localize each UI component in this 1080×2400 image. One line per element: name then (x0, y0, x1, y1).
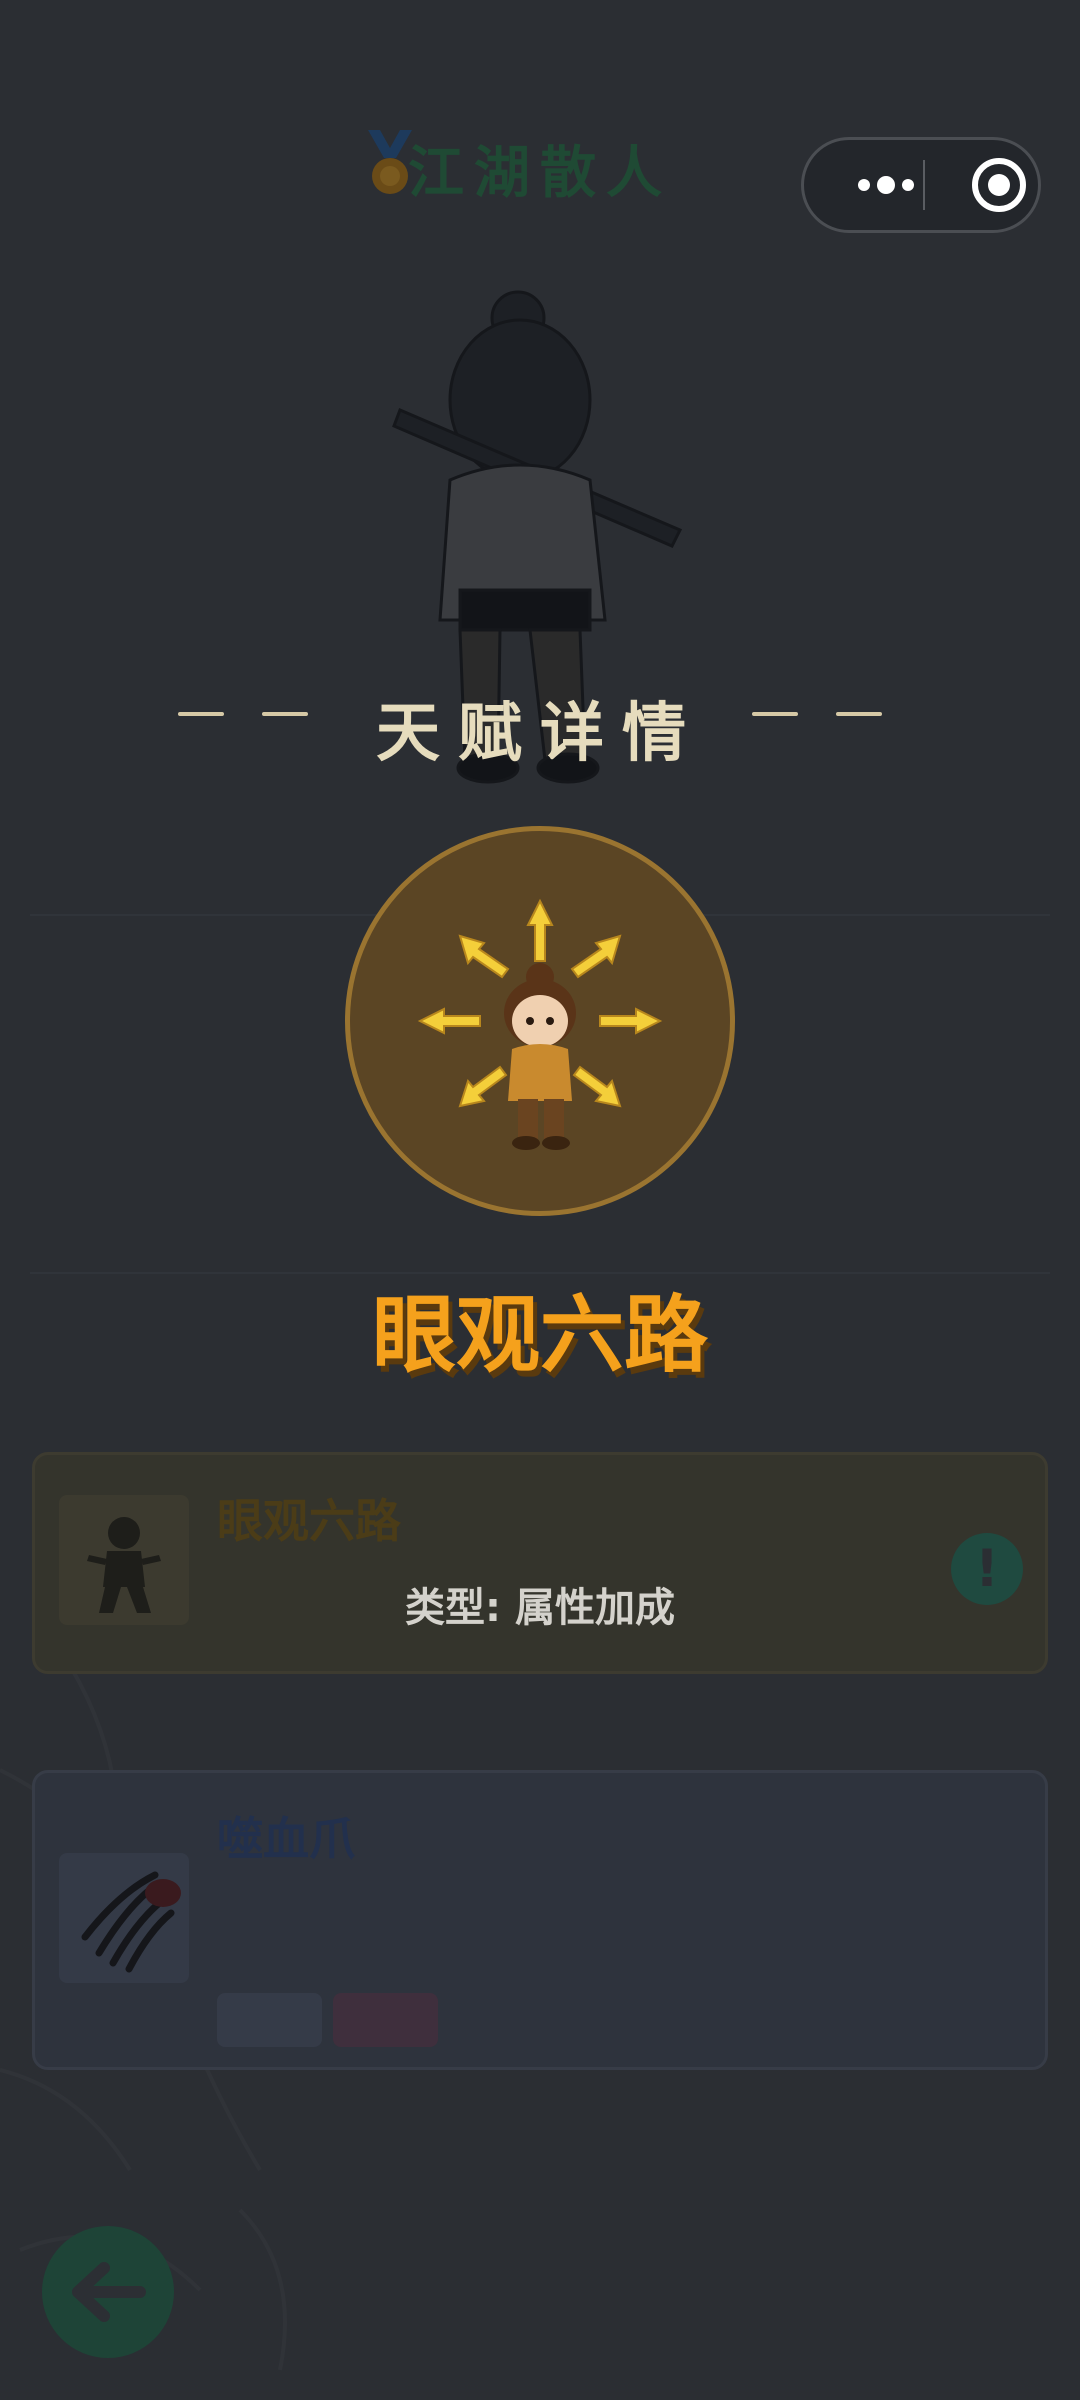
item-card-name: 噬血爪 (217, 1812, 355, 1866)
capsule-menu (801, 137, 1041, 233)
capsule-divider (923, 160, 925, 210)
claw-thumbnail (59, 1853, 189, 1983)
talent-icon (417, 898, 663, 1150)
arrow-left-icon (72, 2262, 146, 2322)
item-card: 噬血爪 (32, 1770, 1048, 2070)
talent-card-name: 眼观六路 (217, 1494, 401, 1548)
section-header: 天赋详情 (0, 676, 1080, 771)
talent-type: 类型: 属性加成 (405, 1585, 675, 1631)
item-tag (217, 1993, 322, 2047)
talent-icon-circle (345, 826, 735, 1216)
talent-card: 眼观六路 ! (32, 1452, 1048, 1674)
back-button[interactable] (42, 2226, 174, 2358)
talent-detail-title: 天赋详情 (376, 697, 704, 771)
talent-name: 眼观六路 (371, 1286, 708, 1384)
more-dots-icon[interactable] (834, 140, 934, 230)
item-tag (333, 1993, 438, 2047)
target-icon[interactable] (954, 140, 1044, 230)
